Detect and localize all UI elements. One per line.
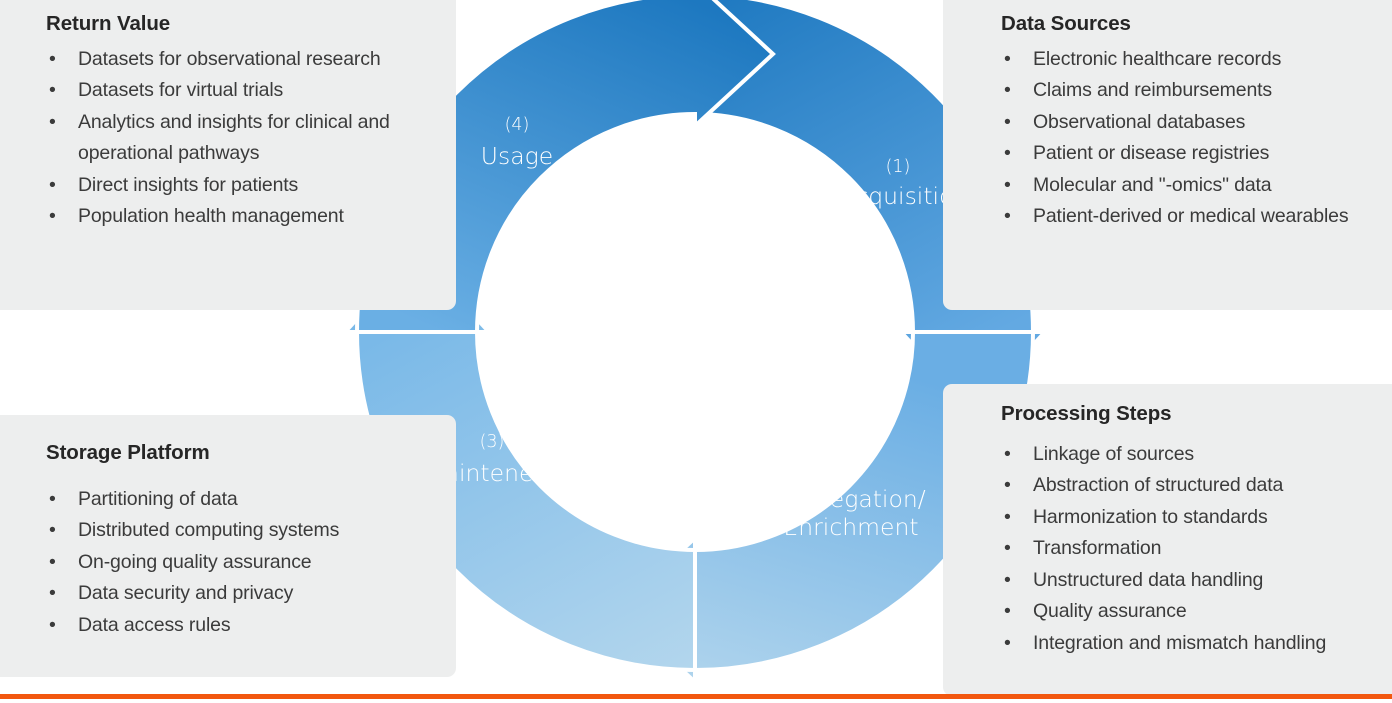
panel-return-value-list: • Datasets for observational research • Da… [46,44,434,233]
list-item: • Datasets for observational research [46,44,434,76]
bullet-icon: • [1004,142,1011,165]
bullet-icon: • [1004,79,1011,102]
cycle-label-usage-number: (4) [505,115,530,135]
bullet-icon: • [1004,631,1011,654]
bullet-icon: • [49,582,56,605]
panel-storage-platform-title: Storage Platform [46,441,210,464]
list-item: • Linkage of sources [1001,439,1385,471]
list-item: • Direct insights for patients [46,170,434,202]
list-item: • Partitioning of data [46,484,434,516]
list-item: • Observational databases [1001,107,1385,139]
cycle-label-maintenance-number: (3) [480,432,505,452]
list-item: • Electronic healthcare records [1001,44,1385,76]
cycle-label-aggregation-number: (2) [839,458,864,478]
list-item-label: Data access rules [78,613,231,636]
list-item-label: Abstraction of structured data [1033,474,1284,497]
list-item-label: Patient-derived or medical wearables [1033,205,1349,228]
list-item-label: Transformation [1033,537,1162,560]
list-item-label: Data security and privacy [78,582,294,605]
list-item: • Abstraction of structured data [1001,470,1385,502]
bullet-icon: • [1004,505,1011,528]
list-item-label: Electronic healthcare records [1033,47,1282,70]
cycle-label-usage-name: Usage [481,142,553,170]
bullet-icon: • [49,110,56,133]
panel-processing-steps-title: Processing Steps [1001,402,1172,425]
cycle-label-aggregation-name-line2: Enrichment [783,513,918,541]
bullet-icon: • [1004,110,1011,133]
panel-processing-steps-list: • Linkage of sources • Abstraction of stru… [1001,439,1385,660]
list-item: • Quality assurance [1001,596,1385,628]
bullet-icon: • [49,550,56,573]
list-item-label: Unstructured data handling [1033,568,1264,591]
list-item-label: Observational databases [1033,110,1246,133]
panel-storage-platform-list: • Partitioning of data • Distributed compu… [46,484,434,642]
list-item: • Patient or disease registries [1001,138,1385,170]
list-item-label: Claims and reimbursements [1033,79,1273,102]
slide-canvas: (1) Acquisition (2) Aggregation/ Enrichm… [0,0,1392,703]
list-item: • Molecular and "-omics" data [1001,170,1385,202]
panel-return-value-title: Return Value [46,12,171,35]
list-item-label: Partitioning of data [78,487,238,510]
list-item: • On-going quality assurance [46,547,434,579]
panel-data-sources-list: • Electronic healthcare records • Claims a… [1001,44,1385,233]
bullet-icon: • [49,79,56,102]
panel-data-sources-title: Data Sources [1001,12,1131,35]
bullet-icon: • [1004,173,1011,196]
list-item-label: Molecular and "-omics" data [1033,173,1272,196]
list-item: • Integration and mismatch handling [1001,628,1385,660]
panel-return-value: Return Value • Datasets for observational… [0,0,456,310]
panel-storage-platform: Storage Platform • Partitioning of data •… [0,415,456,677]
bottom-accent-rule [0,694,1392,699]
list-item: • Harmonization to standards [1001,502,1385,534]
list-item-label: Integration and mismatch handling [1033,631,1327,654]
list-item: • Unstructured data handling [1001,565,1385,597]
bullet-icon: • [49,205,56,228]
list-item: • Population health management [46,201,434,233]
list-item-label: Population health management [78,205,344,228]
bullet-icon: • [49,519,56,542]
list-item: • Patient-derived or medical wearables [1001,201,1385,233]
bullet-icon: • [1004,537,1011,560]
cycle-label-acquisition-number: (1) [886,157,911,177]
list-item-label: On-going quality assurance [78,550,312,573]
panel-data-sources: Data Sources • Electronic healthcare reco… [943,0,1392,310]
list-item: • Data security and privacy [46,578,434,610]
cycle-label-aggregation-name-line1: Aggregation/ [776,485,925,513]
list-item: • Claims and reimbursements [1001,75,1385,107]
bullet-icon: • [1004,568,1011,591]
bullet-icon: • [49,47,56,70]
list-item-label: Datasets for virtual trials [78,79,284,102]
list-item-label: Direct insights for patients [78,173,299,196]
list-item-label: Analytics and insights for clinical and … [78,110,390,165]
bullet-icon: • [49,487,56,510]
list-item-label: Patient or disease registries [1033,142,1270,165]
bullet-icon: • [1004,600,1011,623]
list-item: • Data access rules [46,610,434,642]
bullet-icon: • [1004,205,1011,228]
list-item: • Datasets for virtual trials [46,75,434,107]
list-item-label: Datasets for observational research [78,47,381,70]
bullet-icon: • [1004,442,1011,465]
panel-processing-steps: Processing Steps • Linkage of sources • Ab… [943,384,1392,696]
list-item: • Analytics and insights for clinical and… [46,107,434,170]
list-item: • Distributed computing systems [46,515,434,547]
list-item: • Transformation [1001,533,1385,565]
bullet-icon: • [1004,474,1011,497]
list-item-label: Linkage of sources [1033,442,1194,465]
bullet-icon: • [49,173,56,196]
bullet-icon: • [49,613,56,636]
list-item-label: Distributed computing systems [78,519,340,542]
bullet-icon: • [1004,47,1011,70]
list-item-label: Quality assurance [1033,600,1187,623]
list-item-label: Harmonization to standards [1033,505,1268,528]
